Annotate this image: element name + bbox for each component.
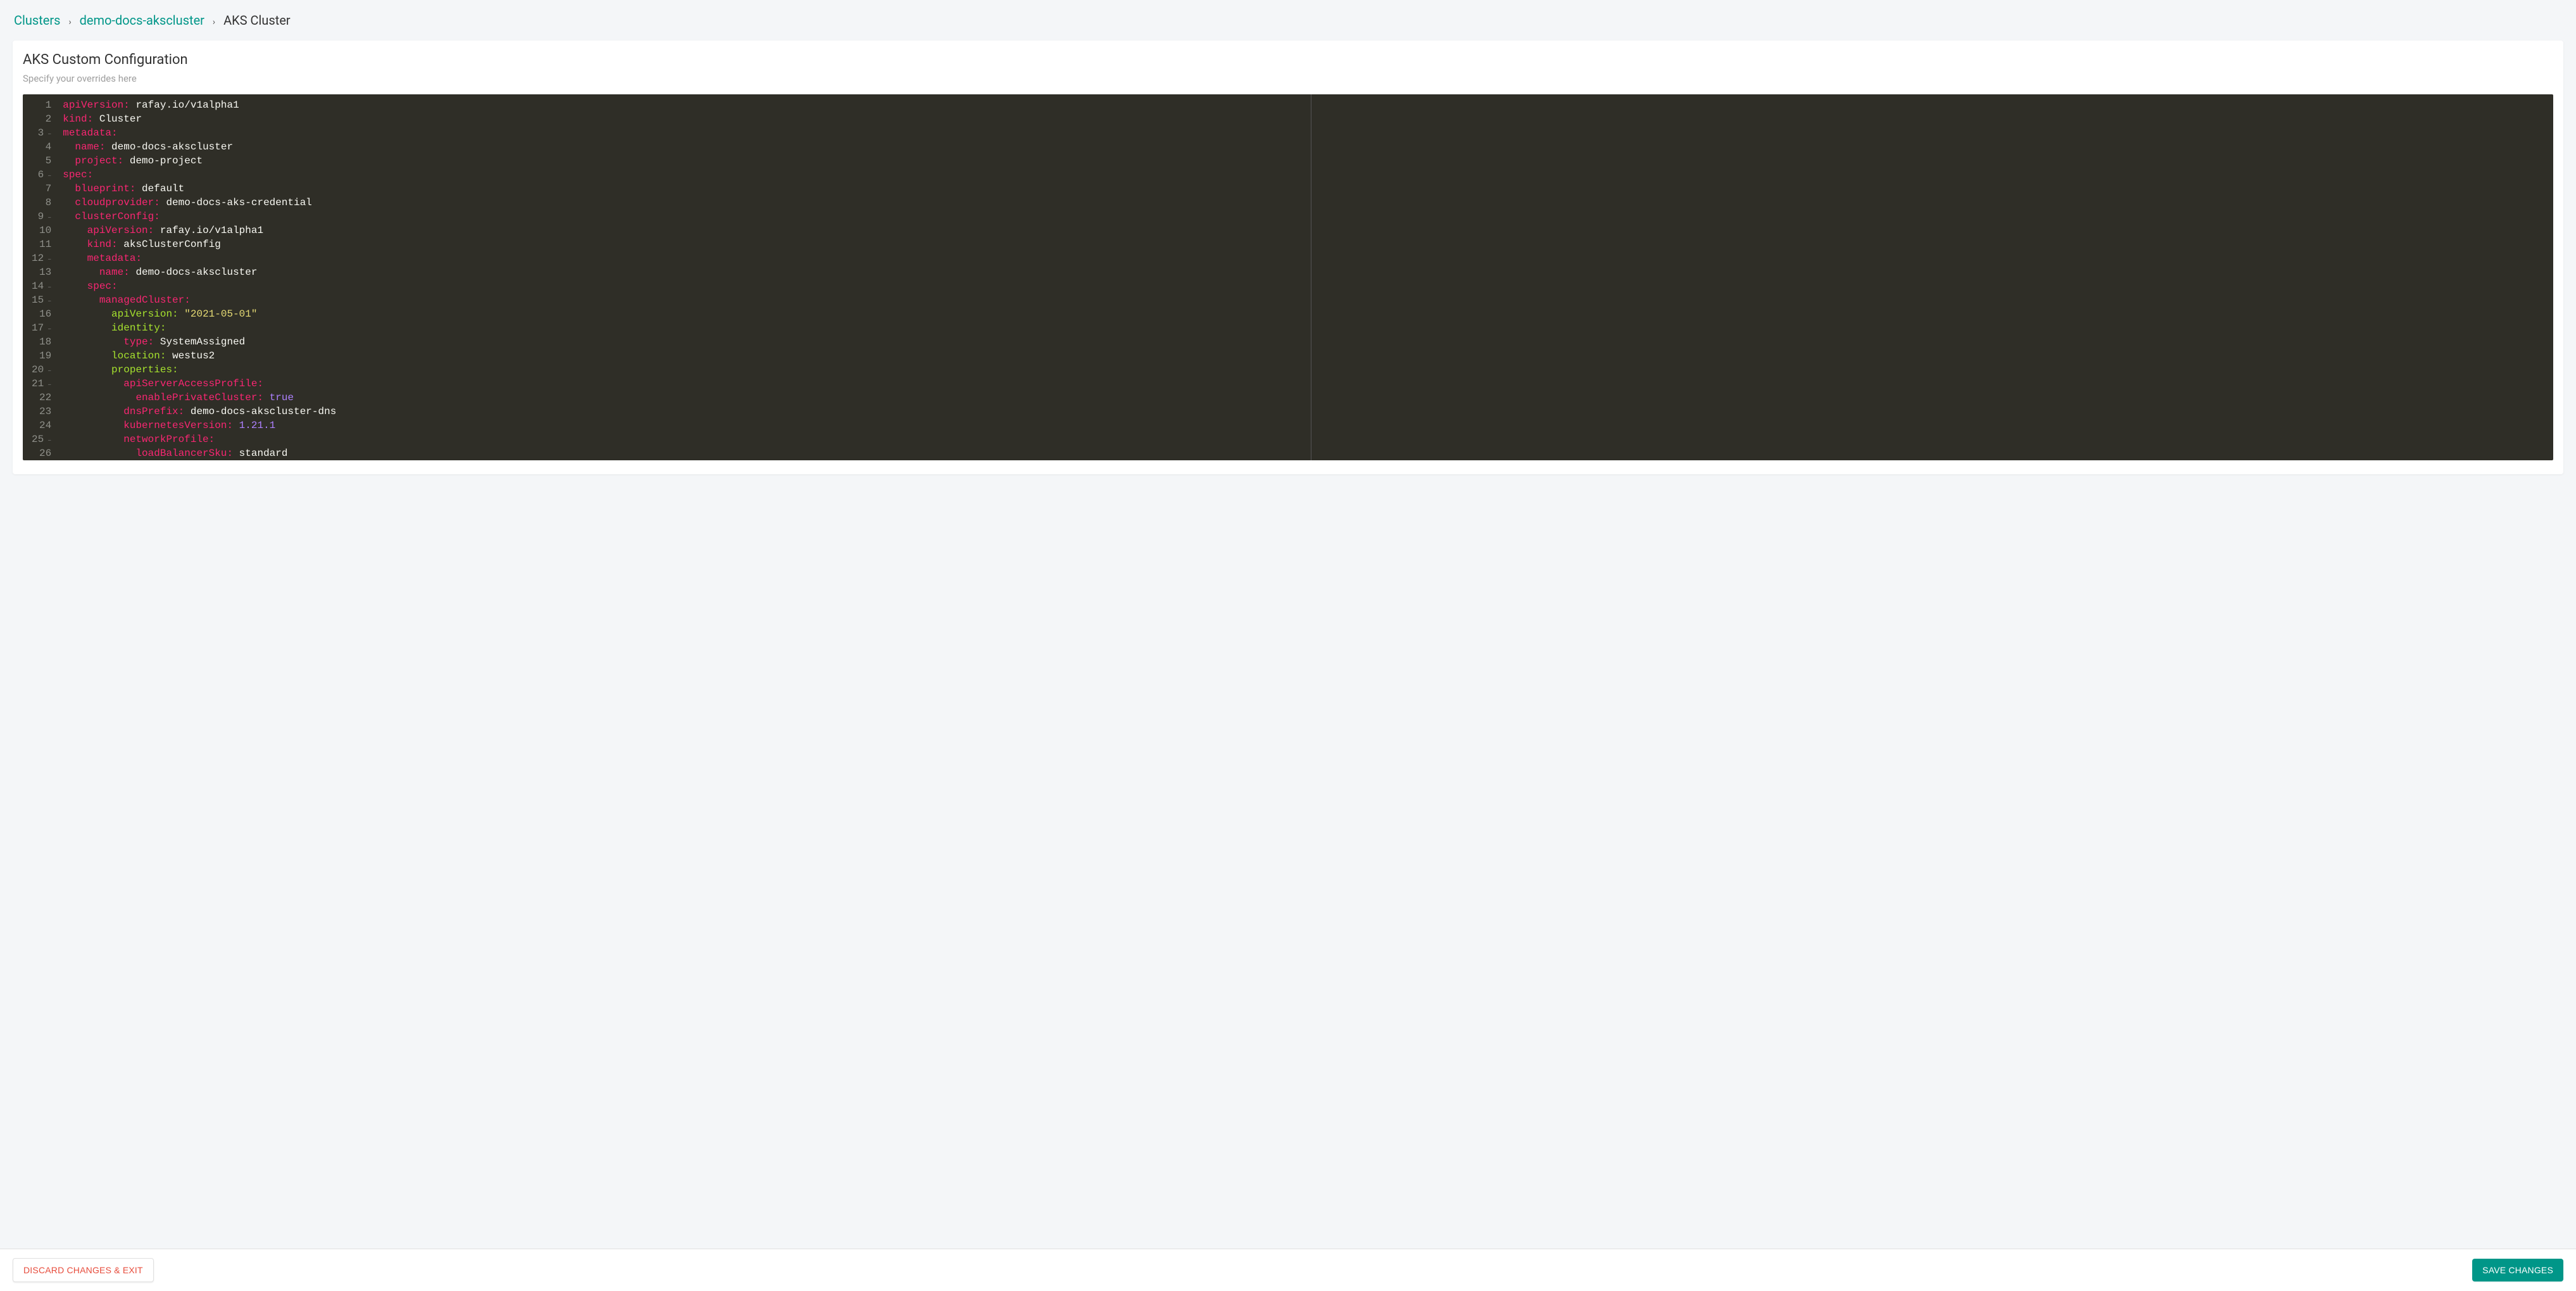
editor-code-line[interactable]: apiVersion: rafay.io/v1alpha1 (63, 224, 2553, 237)
editor-code-line[interactable]: kind: Cluster (63, 112, 2553, 126)
save-button[interactable]: SAVE CHANGES (2472, 1259, 2563, 1282)
footer-bar: DISCARD CHANGES & EXIT SAVE CHANGES (0, 1249, 2576, 1291)
editor-code-line[interactable]: loadBalancerSku: standard (63, 446, 2553, 460)
breadcrumb-link-clusters[interactable]: Clusters (14, 13, 60, 28)
editor-code-line[interactable]: apiServerAccessProfile: (63, 377, 2553, 391)
editor-code-line[interactable]: kubernetesVersion: 1.21.1 (63, 419, 2553, 432)
editor-line-number: 8 (32, 196, 51, 210)
discard-button[interactable]: DISCARD CHANGES & EXIT (13, 1258, 154, 1282)
editor-code-line[interactable]: spec: (63, 279, 2553, 293)
editor-line-number: 18 (32, 335, 51, 349)
editor-code-line[interactable]: identity: (63, 321, 2553, 335)
editor-code-line[interactable]: type: SystemAssigned (63, 335, 2553, 349)
editor-code-line[interactable]: networkProfile: (63, 432, 2553, 446)
editor-line-number: 2 (32, 112, 51, 126)
editor-line-number: 17 (32, 321, 51, 335)
editor-line-number: 11 (32, 237, 51, 251)
editor-line-number: 9 (32, 210, 51, 224)
editor-line-number: 13 (32, 265, 51, 279)
editor-line-number: 26 (32, 446, 51, 460)
editor-line-number: 20 (32, 363, 51, 377)
editor-line-number: 3 (32, 126, 51, 140)
editor-code-line[interactable]: dnsPrefix: demo-docs-akscluster-dns (63, 405, 2553, 419)
editor-line-number: 12 (32, 251, 51, 265)
editor-code-line[interactable]: managedCluster: (63, 293, 2553, 307)
editor-line-number: 4 (32, 140, 51, 154)
editor-code-line[interactable]: clusterConfig: (63, 210, 2553, 224)
breadcrumb-separator: › (68, 17, 71, 27)
yaml-editor[interactable]: 1234567891011121314151617181920212223242… (23, 94, 2553, 460)
editor-line-number: 7 (32, 182, 51, 196)
card-title: AKS Custom Configuration (23, 52, 2553, 68)
editor-code-line[interactable]: apiVersion: rafay.io/v1alpha1 (63, 98, 2553, 112)
editor-code-area[interactable]: apiVersion: rafay.io/v1alpha1kind: Clust… (58, 94, 2553, 460)
editor-line-number: 15 (32, 293, 51, 307)
editor-line-number: 14 (32, 279, 51, 293)
editor-code-line[interactable]: location: westus2 (63, 349, 2553, 363)
editor-line-number: 1 (32, 98, 51, 112)
editor-line-number: 6 (32, 168, 51, 182)
editor-code-line[interactable]: name: demo-docs-akscluster (63, 265, 2553, 279)
editor-code-line[interactable]: kind: aksClusterConfig (63, 237, 2553, 251)
editor-code-line[interactable]: enablePrivateCluster: true (63, 391, 2553, 405)
editor-gutter: 1234567891011121314151617181920212223242… (23, 94, 58, 460)
editor-code-line[interactable]: metadata: (63, 126, 2553, 140)
editor-code-line[interactable]: name: demo-docs-akscluster (63, 140, 2553, 154)
breadcrumb-current: AKS Cluster (223, 13, 291, 28)
editor-code-line[interactable]: metadata: (63, 251, 2553, 265)
editor-line-number: 25 (32, 432, 51, 446)
editor-code-line[interactable]: apiVersion: "2021-05-01" (63, 307, 2553, 321)
config-card: AKS Custom Configuration Specify your ov… (13, 41, 2563, 474)
editor-line-number: 16 (32, 307, 51, 321)
breadcrumb: Clusters › demo-docs-akscluster › AKS Cl… (13, 13, 2563, 28)
card-subtitle: Specify your overrides here (23, 73, 2553, 84)
editor-line-number: 22 (32, 391, 51, 405)
breadcrumb-link-cluster-name[interactable]: demo-docs-akscluster (80, 13, 204, 28)
editor-code-line[interactable]: spec: (63, 168, 2553, 182)
editor-line-number: 19 (32, 349, 51, 363)
editor-line-number: 24 (32, 419, 51, 432)
editor-code-line[interactable]: blueprint: default (63, 182, 2553, 196)
editor-line-number: 10 (32, 224, 51, 237)
editor-code-line[interactable]: properties: (63, 363, 2553, 377)
editor-line-number: 5 (32, 154, 51, 168)
editor-code-line[interactable]: cloudprovider: demo-docs-aks-credential (63, 196, 2553, 210)
editor-line-number: 23 (32, 405, 51, 419)
editor-code-line[interactable]: project: demo-project (63, 154, 2553, 168)
breadcrumb-separator: › (213, 17, 215, 27)
editor-line-number: 21 (32, 377, 51, 391)
